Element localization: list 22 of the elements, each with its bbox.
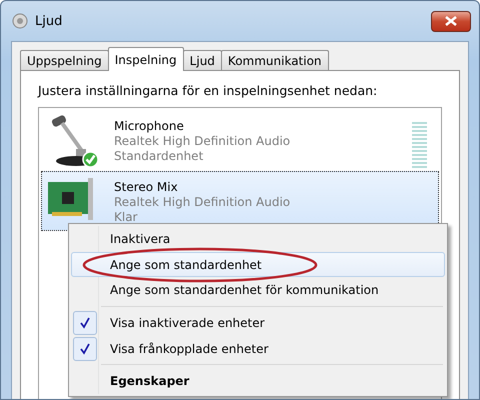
tab[interactable]: Ljud [182, 50, 222, 70]
menu-item[interactable]: Egenskaper [71, 368, 445, 394]
checkmark-icon [73, 311, 97, 336]
device-name: Stereo Mix [114, 180, 179, 195]
menu-item[interactable]: Visa frånkopplade enheter [71, 336, 445, 362]
device-row[interactable]: Microphone Realtek High Definition Audio Standardenhet [41, 110, 439, 170]
tab[interactable]: Inspelning [108, 47, 184, 71]
close-icon [445, 16, 457, 26]
tab[interactable]: Uppspelning [20, 50, 109, 70]
speaker-icon [11, 12, 29, 30]
close-button[interactable] [431, 10, 471, 32]
menu-item[interactable]: Visa inaktiverade enheter [71, 310, 445, 336]
device-driver: Realtek High Definition Audio [114, 195, 292, 210]
device-name: Microphone [114, 119, 185, 134]
device-status: Standardenhet [114, 149, 204, 164]
device-driver: Realtek High Definition Audio [114, 134, 292, 149]
checkmark-icon [73, 336, 97, 361]
tab[interactable]: Kommunikation [220, 50, 329, 70]
device-status: Klar [114, 210, 138, 225]
instruction-text: Justera inställningarna för en inspelningsenhet nedan: [38, 83, 378, 98]
window-title: Ljud [35, 14, 64, 28]
menu-item[interactable]: Ange som standardenhet för kommunikation [71, 277, 445, 304]
